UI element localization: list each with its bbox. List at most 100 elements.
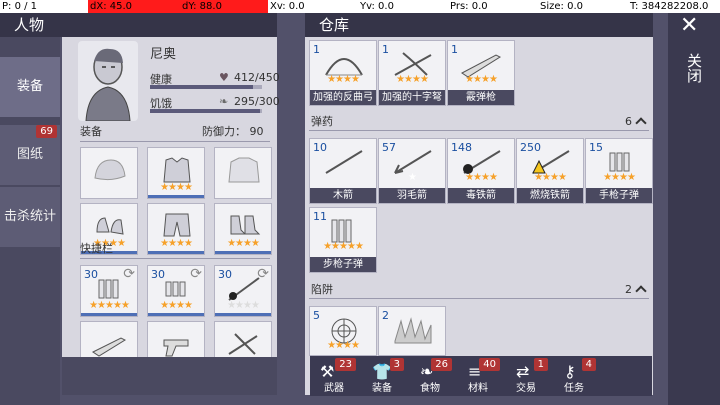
health-bar	[150, 85, 262, 89]
equip-slot-hat[interactable]	[80, 147, 138, 199]
storage-header: 仓库	[305, 13, 653, 37]
item-stars: ★★★★	[465, 172, 498, 183]
tab-weapons[interactable]: ⚒ 23 武器	[310, 356, 358, 396]
item-stars: ★★★★	[396, 74, 429, 85]
refresh-icon[interactable]: ⟳	[257, 266, 269, 282]
item-stars: ★★★★	[465, 74, 498, 85]
traps-label: 陷阱	[311, 283, 333, 296]
debug-dx: dX: 45.0	[88, 0, 268, 13]
storage-item-pistol-bullets[interactable]: 15 ★★★★ 手枪子弹	[585, 138, 653, 204]
tab-badge: 23	[335, 358, 356, 371]
chevron-up-icon	[635, 117, 647, 129]
quick-slot-1[interactable]: 30 ⟳ ★★★★★	[80, 265, 138, 317]
storage-item-recurve-bow[interactable]: 1 ★★★★ 加强的反曲弓	[309, 40, 377, 106]
equip-slot-armor[interactable]: ★★★★	[147, 147, 205, 199]
debug-dy: dY: 88.0	[180, 0, 222, 13]
close-panel[interactable]: ✕ 关闭	[668, 13, 720, 405]
storage-item-shotgun[interactable]: 1 ★★★★ 霰弹枪	[447, 40, 515, 106]
slot-bar	[215, 313, 271, 316]
traps-section-header[interactable]: 陷阱 2	[309, 281, 649, 299]
equip-slot-jacket[interactable]	[214, 147, 272, 199]
divider	[80, 258, 270, 259]
storage-item-spike-trap[interactable]: 2	[378, 306, 446, 356]
slot-stars: ★★★★	[227, 238, 260, 249]
refresh-icon[interactable]: ⟳	[190, 266, 202, 282]
item-stars: ★★★★	[327, 340, 360, 351]
ammo-count: 6	[625, 113, 647, 131]
item-stars: ★★★★	[327, 74, 360, 85]
tab-badge: 4	[581, 358, 596, 371]
close-icon[interactable]: ✕	[680, 13, 698, 38]
tab-badge: 1	[533, 358, 548, 371]
character-footer	[62, 357, 277, 395]
storage-item-wood-arrow[interactable]: 10 木箭	[309, 138, 377, 204]
hat-icon	[94, 159, 126, 181]
item-count: 2	[382, 309, 389, 322]
tab-label: 武器	[324, 383, 344, 394]
refresh-icon[interactable]: ⟳	[123, 266, 135, 282]
item-name: 加强的反曲弓	[310, 90, 376, 105]
chevron-up-icon	[635, 285, 647, 297]
heart-icon: ♥	[219, 71, 229, 84]
quick-slot-3[interactable]: 30 ⟳ ★★★★	[214, 265, 272, 317]
tab-food[interactable]: ❧ 26 食物	[406, 356, 454, 396]
tab-badge: 3	[389, 358, 404, 371]
character-header: 人物	[0, 13, 277, 37]
close-label[interactable]: 关闭	[684, 53, 705, 83]
quick-slot-2[interactable]: 30 ⟳ ★★★★	[147, 265, 205, 317]
item-stars: ★★★★	[603, 172, 636, 183]
slot-stars: ★★★★	[160, 238, 193, 249]
debug-size: Size: 0.0	[540, 1, 583, 12]
defense-value: 90	[249, 125, 264, 138]
storage-item-fire-arrow[interactable]: 250 ★★★★ 燃烧铁箭	[516, 138, 584, 204]
slot-stars: ★★★★	[160, 300, 193, 311]
tab-badge: 26	[431, 358, 452, 371]
quickbar-label: 快捷栏	[80, 242, 113, 255]
debug-prs: Prs: 0.0	[450, 1, 488, 12]
side-tabs: 装备 图纸 69 击杀统计	[0, 37, 60, 405]
slot-bar	[215, 251, 271, 254]
item-stars: ★★★★★	[323, 241, 364, 252]
tab-gear[interactable]: 👕 3 装备	[358, 356, 406, 396]
item-name: 木箭	[310, 188, 376, 203]
side-tab-blueprints[interactable]: 图纸 69	[0, 125, 60, 185]
debug-pointer: P: 0 / 1	[2, 1, 38, 12]
ammo-section-header[interactable]: 弹药 6	[309, 113, 649, 131]
slot-stars: ★★★★	[227, 300, 260, 311]
tab-label: 食物	[420, 383, 440, 394]
debug-overlay: P: 0 / 1 dX: 45.0 dY: 88.0 Xv: 0.0 Yv: 0…	[0, 0, 720, 13]
equip-slot-boots[interactable]: ★★★★	[214, 203, 272, 255]
item-name: 羽毛箭	[379, 188, 445, 203]
item-count: 1	[382, 43, 389, 56]
storage-item-rifle-bullets[interactable]: 11 ★★★★★ 步枪子弹	[309, 207, 377, 273]
tab-trade[interactable]: ⇄ 1 交易	[502, 356, 550, 396]
storage-item-net-trap[interactable]: 5 ★★★★	[309, 306, 377, 356]
health-value: 412/450	[234, 71, 280, 84]
tab-label: 装备	[372, 383, 392, 394]
tab-quests[interactable]: ⚷ 4 任务	[550, 356, 598, 396]
storage-item-crossbow[interactable]: 1 ★★★★ 加强的十字弩	[378, 40, 446, 106]
storage-item-feather-arrow[interactable]: 57 ★ 羽毛箭	[378, 138, 446, 204]
hunger-bar	[150, 109, 262, 113]
storage-title: 仓库	[319, 16, 350, 34]
item-name: 霰弹枪	[448, 90, 514, 105]
side-tab-kill-stats[interactable]: 击杀统计	[0, 187, 60, 247]
wood-arrow-icon	[325, 150, 363, 174]
slot-bar	[148, 251, 204, 254]
item-count: 5	[313, 309, 320, 322]
character-panel: 尼奥 健康 ♥ 412/450 饥饿 ❧ 295/300 装备 防御力： 90 …	[62, 37, 280, 373]
equip-slot-pants[interactable]: ★★★★	[147, 203, 205, 255]
tab-badge: 40	[479, 358, 500, 371]
side-tab-label: 装备	[16, 79, 43, 94]
tab-materials[interactable]: ≡ 40 材料	[454, 356, 502, 396]
blueprints-badge: 69	[36, 125, 57, 138]
tab-label: 材料	[468, 383, 488, 394]
item-stars: ★	[408, 172, 417, 183]
character-name: 尼奥	[150, 47, 177, 62]
item-stars: ★★★★	[534, 172, 567, 183]
side-tab-equipment[interactable]: 装备	[0, 57, 60, 117]
equip-label: 装备	[80, 125, 102, 138]
storage-item-poison-arrow[interactable]: 148 ★★★★ 毒铁箭	[447, 138, 515, 204]
slot-stars: ★★★★★	[89, 300, 130, 311]
slot-bar	[148, 313, 204, 316]
